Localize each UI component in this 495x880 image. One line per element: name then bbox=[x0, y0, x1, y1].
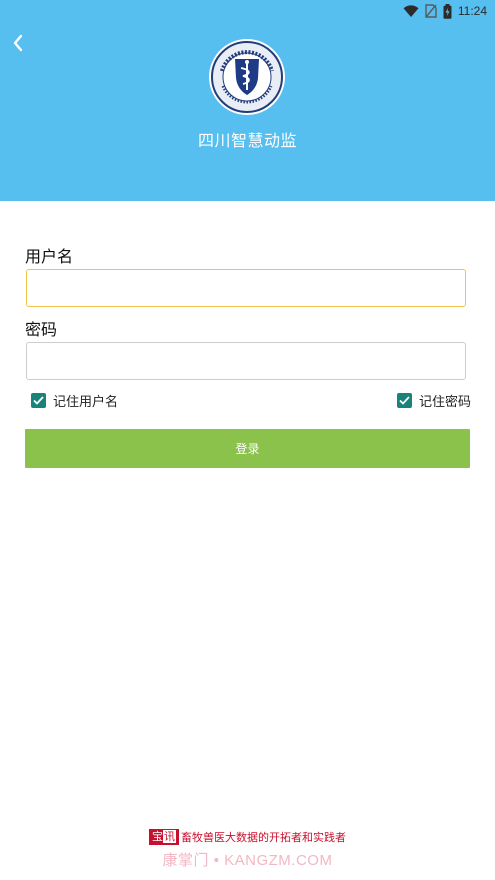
status-time: 11:24 bbox=[457, 4, 487, 18]
wifi-icon bbox=[403, 4, 419, 18]
remember-username-checkbox[interactable]: 记住用户名 bbox=[31, 391, 118, 410]
password-input[interactable] bbox=[26, 342, 466, 380]
username-label: 用户名 bbox=[25, 247, 74, 266]
checkbox-checked-icon bbox=[31, 393, 46, 408]
app-title: 四川智慧动监 bbox=[197, 131, 297, 150]
header: 11:24 四川智慧动监 bbox=[0, 0, 495, 201]
no-sim-icon bbox=[425, 4, 437, 18]
back-button[interactable] bbox=[6, 30, 30, 56]
brand-badge-left: 宝 bbox=[152, 830, 163, 843]
status-bar: 11:24 bbox=[403, 2, 487, 20]
slogan-text: 畜牧兽医大数据的开拓者和实践者 bbox=[181, 831, 346, 844]
brand-badge: 宝讯 bbox=[149, 829, 179, 845]
login-button[interactable]: 登录 bbox=[25, 429, 470, 468]
chevron-left-icon bbox=[13, 34, 23, 52]
remember-password-label: 记住密码 bbox=[419, 395, 472, 410]
footer-slogan: 宝讯 畜牧兽医大数据的开拓者和实践者 bbox=[0, 829, 495, 845]
remember-username-label: 记住用户名 bbox=[53, 395, 119, 410]
login-screen: 11:24 四川智慧动监 用户名 密码 记住用户名 记住密码 登录 宝讯 畜牧兽… bbox=[0, 0, 495, 880]
username-input[interactable] bbox=[26, 269, 466, 307]
watermark: 康掌门 • KANGZM.COM bbox=[162, 852, 333, 869]
remember-password-checkbox[interactable]: 记住密码 bbox=[397, 391, 471, 410]
password-label: 密码 bbox=[25, 320, 58, 339]
checkbox-checked-icon bbox=[397, 393, 412, 408]
health-emblem-icon bbox=[208, 38, 286, 116]
battery-icon bbox=[443, 3, 452, 19]
brand-badge-right: 讯 bbox=[163, 830, 176, 843]
